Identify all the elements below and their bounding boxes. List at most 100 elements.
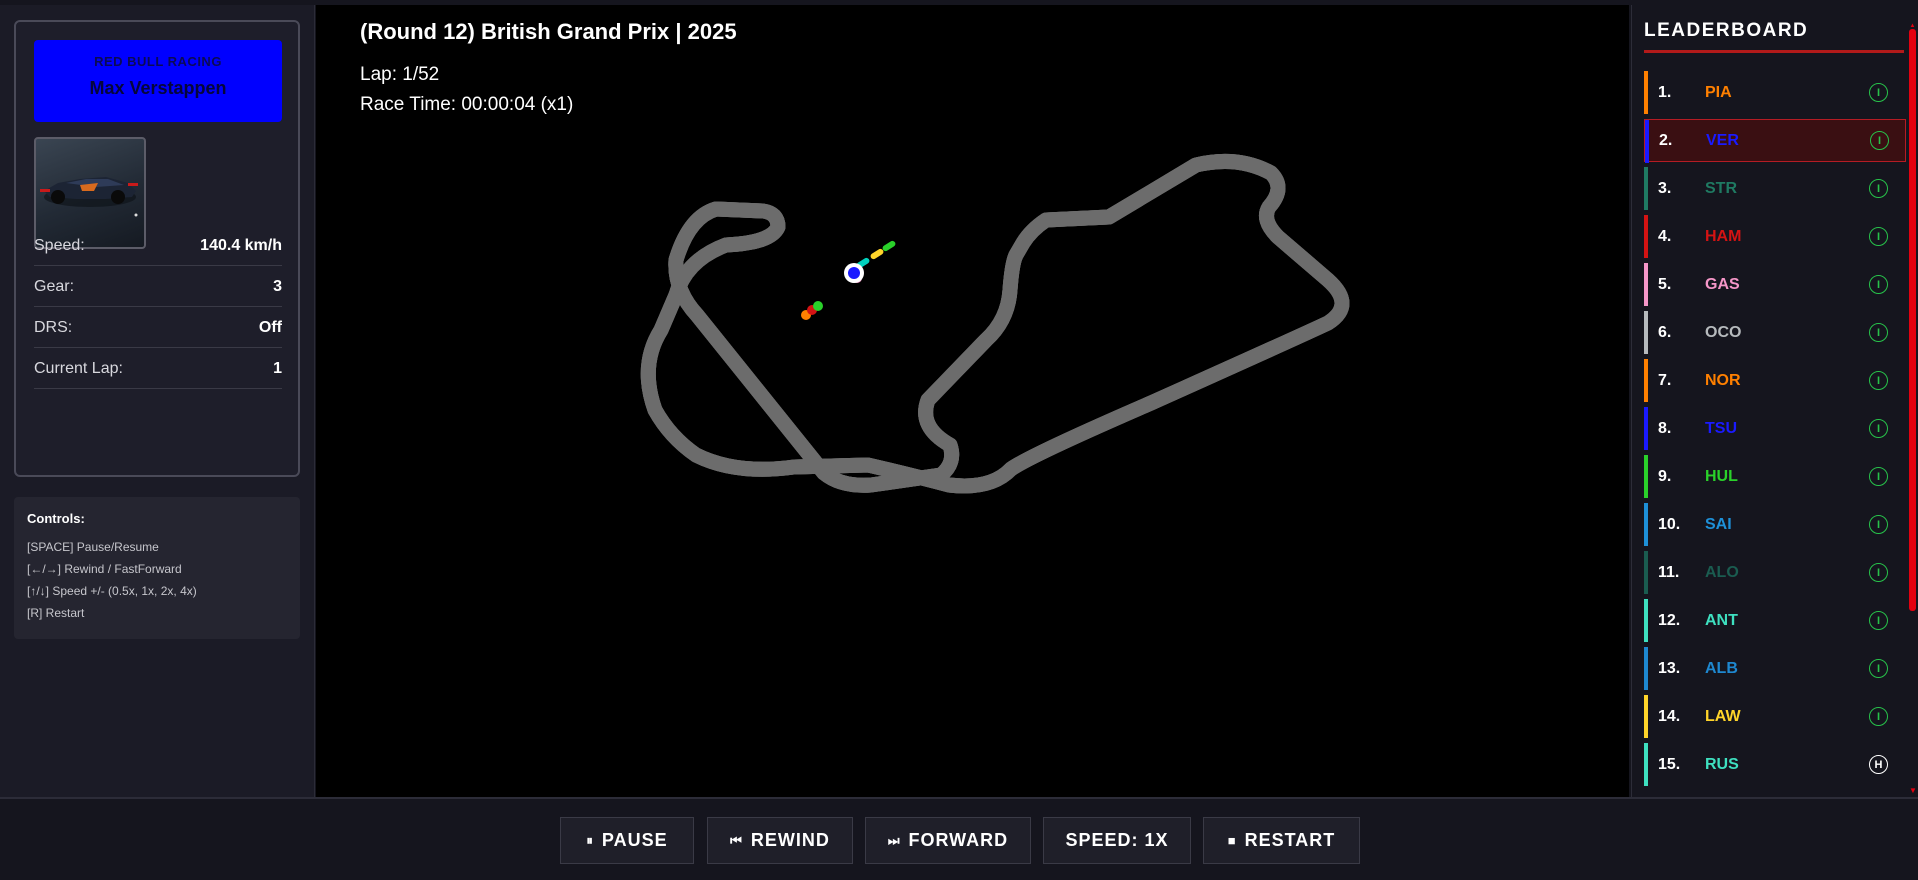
selected-car-marker	[848, 267, 860, 279]
track-map[interactable]	[316, 5, 1629, 797]
driver-code: SAI	[1705, 515, 1732, 533]
leaderboard-row[interactable]: 14. LAW I	[1644, 695, 1906, 738]
position: 15.	[1658, 755, 1681, 773]
tyre-compound-icon: I	[1869, 515, 1888, 534]
tyre-compound-icon: I	[1869, 659, 1888, 678]
team-color-bar	[1644, 167, 1648, 210]
leaderboard-row[interactable]: 11. ALO I	[1644, 551, 1906, 594]
track-view[interactable]: (Round 12) British Grand Prix | 2025 Lap…	[316, 5, 1629, 797]
leaderboard-row[interactable]: 8. TSU I	[1644, 407, 1906, 450]
tyre-compound-icon: I	[1869, 563, 1888, 582]
position: 4.	[1658, 227, 1672, 245]
leaderboard-row[interactable]: 4. HAM I	[1644, 215, 1906, 258]
team-color-bar	[1644, 551, 1648, 594]
position: 14.	[1658, 707, 1681, 725]
driver-code: VER	[1706, 131, 1739, 149]
leaderboard-row[interactable]: 1. PIA I	[1644, 71, 1906, 114]
tyre-compound-icon: I	[1869, 83, 1888, 102]
forward-button[interactable]: ⏭ FORWARD	[865, 817, 1031, 864]
team-color-bar	[1644, 71, 1648, 114]
team-color-bar	[1644, 599, 1648, 642]
leaderboard-row[interactable]: 7. NOR I	[1644, 359, 1906, 402]
driver-code: PIA	[1705, 83, 1732, 101]
team-color-bar	[1645, 120, 1649, 163]
driver-code: HUL	[1705, 467, 1738, 485]
driver-code: OCO	[1705, 323, 1742, 341]
position: 11.	[1658, 563, 1680, 581]
speed-button[interactable]: SPEED: 1X	[1043, 817, 1191, 864]
team-color-bar	[1644, 503, 1648, 546]
controls-help: Controls: [SPACE] Pause/Resume [←/→] Rew…	[14, 497, 300, 639]
leaderboard-panel: LEADERBOARD 1. PIA I 2. VER I 3. STR I 4. HAM I 5. GA…	[1631, 5, 1918, 797]
driver-code: GAS	[1705, 275, 1740, 293]
position: 10.	[1658, 515, 1681, 533]
stat-value: 140.4 km/h	[200, 236, 282, 254]
leaderboard-row[interactable]: 13. ALB I	[1644, 647, 1906, 690]
rewind-icon: ⏮	[730, 832, 743, 848]
tyre-compound-icon: I	[1870, 131, 1889, 150]
car-marker	[870, 248, 884, 260]
position: 1.	[1658, 83, 1672, 101]
leaderboard-row[interactable]: 12. ANT I	[1644, 599, 1906, 642]
stat-label: DRS:	[34, 318, 73, 336]
team-color-bar	[1644, 695, 1648, 738]
tyre-compound-icon: I	[1869, 611, 1888, 630]
tyre-compound-icon: I	[1869, 227, 1888, 246]
leaderboard-title: LEADERBOARD	[1644, 20, 1809, 41]
stat-current-lap: Current Lap: 1	[34, 341, 282, 389]
car-marker	[813, 301, 823, 311]
position: 8.	[1658, 419, 1672, 437]
speed-label: SPEED: 1X	[1065, 830, 1169, 850]
car-markers	[801, 240, 896, 320]
car-marker	[882, 240, 896, 252]
driver-code: ALB	[1705, 659, 1738, 677]
leaderboard-scrollbar[interactable]: ▲ ▼	[1909, 23, 1917, 797]
control-line: [↑/↓] Speed +/- (0.5x, 1x, 2x, 4x)	[27, 584, 197, 598]
pause-icon: ⏸	[586, 832, 594, 848]
position: 6.	[1658, 323, 1672, 341]
position: 12.	[1658, 611, 1681, 629]
fast-forward-icon: ⏭	[887, 832, 901, 848]
team-color-bar	[1644, 311, 1648, 354]
stat-label: Gear:	[34, 277, 75, 295]
leaderboard-row[interactable]: 10. SAI I	[1644, 503, 1906, 546]
position: 7.	[1658, 371, 1672, 389]
leaderboard-row[interactable]: 9. HUL I	[1644, 455, 1906, 498]
driver-card: RED BULL RACING Max Verstappen Speed: 14…	[14, 20, 300, 477]
restart-button[interactable]: ■ RESTART	[1203, 817, 1360, 864]
scroll-down-icon[interactable]: ▼	[1909, 787, 1917, 795]
scrollbar-thumb[interactable]	[1909, 29, 1916, 611]
rewind-button[interactable]: ⏮ REWIND	[707, 817, 853, 864]
driver-code: ALO	[1705, 563, 1739, 581]
team-name: RED BULL RACING	[94, 54, 222, 69]
race-replay-app: RED BULL RACING Max Verstappen Speed: 14…	[0, 0, 1918, 880]
team-color-bar	[1644, 359, 1648, 402]
team-color-bar	[1644, 743, 1648, 786]
driver-name: Max Verstappen	[89, 78, 227, 98]
leaderboard-row[interactable]: 15. RUS H	[1644, 743, 1906, 786]
leaderboard-row[interactable]: 3. STR I	[1644, 167, 1906, 210]
leaderboard-row[interactable]: 2. VER I	[1644, 119, 1906, 163]
team-color-bar	[1644, 407, 1648, 450]
leaderboard-row[interactable]: 6. OCO I	[1644, 311, 1906, 354]
leaderboard-row[interactable]: 5. GAS I	[1644, 263, 1906, 306]
tyre-compound-icon: I	[1869, 179, 1888, 198]
stat-label: Current Lap:	[34, 359, 123, 377]
driver-code: RUS	[1705, 755, 1739, 773]
stat-label: Speed:	[34, 236, 85, 254]
position: 9.	[1658, 467, 1672, 485]
pause-label: PAUSE	[601, 830, 668, 850]
control-line: [SPACE] Pause/Resume	[27, 540, 159, 554]
stat-value: 1	[273, 359, 282, 377]
driver-code: ANT	[1705, 611, 1738, 629]
lap-counter: Lap: 1/52	[360, 64, 440, 85]
driver-code: HAM	[1705, 227, 1742, 245]
pause-button[interactable]: ⏸ PAUSE	[560, 817, 694, 864]
driver-code: STR	[1705, 179, 1737, 197]
tyre-compound-icon: I	[1869, 371, 1888, 390]
controls-title: Controls:	[27, 511, 85, 526]
restart-label: RESTART	[1244, 830, 1336, 850]
rewind-label: REWIND	[750, 830, 830, 850]
forward-label: FORWARD	[908, 830, 1009, 850]
stat-value: 3	[273, 277, 282, 295]
